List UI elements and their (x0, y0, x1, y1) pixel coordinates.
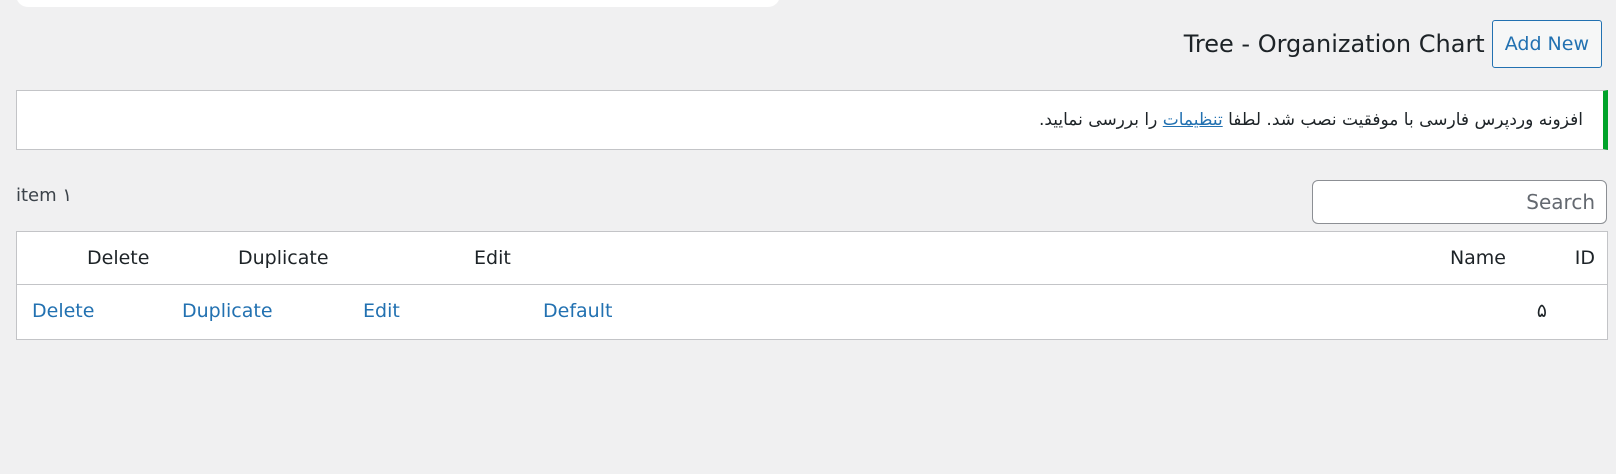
column-header-delete: Delete (87, 247, 150, 269)
search-input[interactable] (1312, 180, 1607, 224)
top-card (16, 0, 780, 7)
table-row: Delete Duplicate Edit Default ۵ (17, 285, 1607, 338)
notice-text-after: را بررسی نمایید. (1038, 110, 1163, 130)
page-header: Tree - Organization Chart Add New (1184, 20, 1602, 68)
row-edit-link[interactable]: Edit (363, 285, 400, 338)
items-table: Delete Duplicate Edit Name ID Delete Dup… (16, 231, 1608, 340)
success-notice: افزونه وردپرس فارسی با موفقیت نصب شد. لط… (16, 90, 1608, 150)
notice-text-before: افزونه وردپرس فارسی با موفقیت نصب شد. لط… (1222, 110, 1583, 130)
column-header-name[interactable]: Name (1450, 232, 1506, 285)
column-header-edit: Edit (474, 247, 511, 269)
settings-link[interactable]: تنظیمات (1163, 110, 1223, 130)
item-count: item ۱ (16, 185, 73, 206)
row-name-link[interactable]: Default (543, 285, 612, 338)
page-title: Tree - Organization Chart (1183, 30, 1485, 58)
table-header-row: Delete Duplicate Edit Name ID (17, 232, 1607, 285)
column-header-id[interactable]: ID (1575, 232, 1595, 285)
row-delete-link[interactable]: Delete (32, 285, 94, 338)
row-id: ۵ (1536, 300, 1547, 322)
add-new-button[interactable]: Add New (1491, 20, 1602, 68)
row-duplicate-link[interactable]: Duplicate (182, 285, 273, 338)
column-header-duplicate: Duplicate (238, 247, 329, 269)
notice-message: افزونه وردپرس فارسی با موفقیت نصب شد. لط… (1039, 110, 1583, 130)
